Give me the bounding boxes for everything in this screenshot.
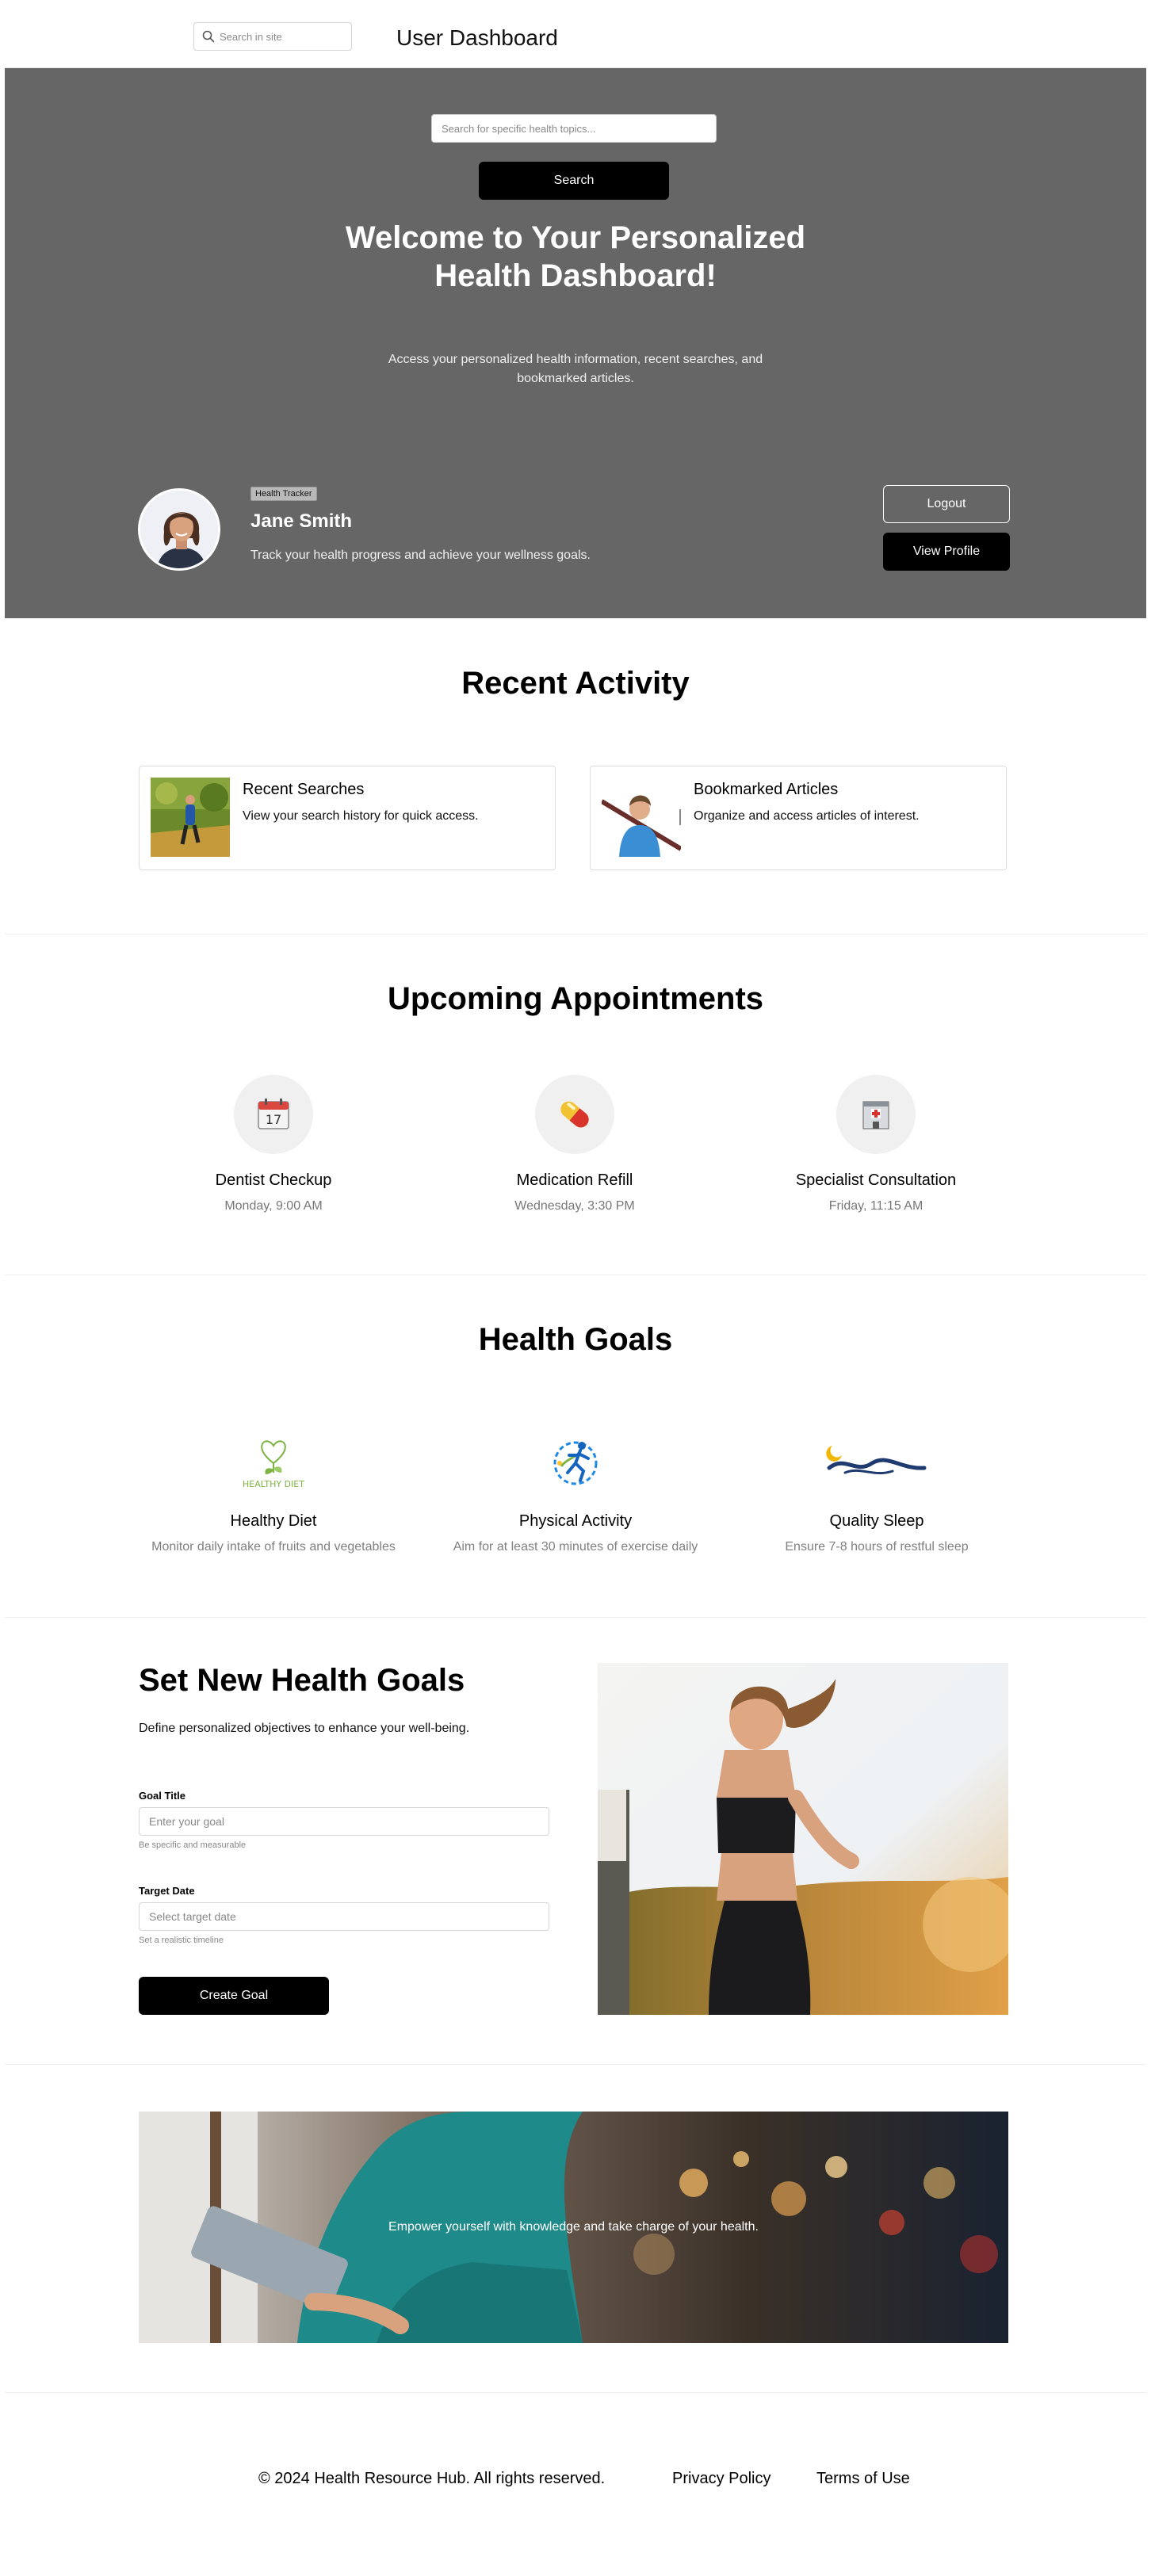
- appointment-medication[interactable]: Medication Refill Wednesday, 3:30 PM: [456, 1075, 694, 1213]
- top-header: User Dashboard: [5, 5, 1146, 68]
- view-profile-button[interactable]: View Profile: [883, 533, 1010, 571]
- bookmarked-articles-title: Bookmarked Articles: [694, 781, 839, 798]
- appointment-title: Specialist Consultation: [795, 1171, 957, 1189]
- profile-name: Jane Smith: [250, 510, 353, 532]
- logout-button[interactable]: Logout: [883, 485, 1010, 523]
- appointment-time: Monday, 9:00 AM: [224, 1199, 323, 1213]
- bookmarked-articles-card[interactable]: Bookmarked Articles Organize and access …: [590, 766, 1007, 870]
- bookmarked-articles-image: [602, 778, 681, 857]
- pill-icon: [535, 1075, 614, 1154]
- site-search-box[interactable]: [193, 22, 352, 51]
- healthy-diet-logo-icon: HEALTHY DIET: [210, 1424, 337, 1503]
- goal-quality-sleep[interactable]: Quality Sleep Ensure 7-8 hours of restfu…: [742, 1424, 1011, 1554]
- search-button[interactable]: Search: [479, 162, 669, 200]
- runner-photo: [598, 1663, 1008, 2015]
- sleep-wave-logo-icon: [813, 1424, 940, 1503]
- recent-searches-description: View your search history for quick acces…: [243, 809, 479, 823]
- health-goals-title: Health Goals: [478, 1322, 673, 1357]
- recent-activity-title: Recent Activity: [461, 666, 690, 701]
- goal-description: Monitor daily intake of fruits and veget…: [151, 1540, 396, 1554]
- recent-searches-card[interactable]: Recent Searches View your search history…: [139, 766, 556, 870]
- target-date-input[interactable]: [139, 1902, 549, 1931]
- profile-badge: Health Tracker: [250, 487, 317, 501]
- promo-banner: Empower yourself with knowledge and take…: [139, 2112, 1008, 2343]
- banner-text: Empower yourself with knowledge and take…: [388, 2220, 759, 2234]
- create-goal-button[interactable]: Create Goal: [139, 1977, 329, 2015]
- runner-logo-icon: [512, 1424, 639, 1503]
- goal-title-label: Goal Title: [139, 1790, 185, 1802]
- footer-copyright: © 2024 Health Resource Hub. All rights r…: [258, 2470, 606, 2487]
- goal-description: Ensure 7-8 hours of restful sleep: [785, 1540, 969, 1554]
- search-icon: [202, 30, 215, 43]
- appointment-title: Dentist Checkup: [215, 1171, 332, 1189]
- goal-title: Healthy Diet: [230, 1512, 317, 1530]
- goal-title: Physical Activity: [518, 1512, 633, 1530]
- hero-subtitle: Access your personalized health informat…: [388, 353, 763, 385]
- svg-text:17: 17: [266, 1112, 281, 1127]
- dashboard-page: User Dashboard Search Welcome to Your Pe…: [0, 0, 1151, 2576]
- calendar-icon: 17: [234, 1075, 313, 1154]
- goal-physical-activity[interactable]: Physical Activity Aim for at least 30 mi…: [441, 1424, 710, 1554]
- hero-title: Welcome to Your Personalized Health Dash…: [345, 220, 806, 293]
- section-divider: [5, 1617, 1146, 1618]
- svg-text:HEALTHY DIET: HEALTHY DIET: [243, 1479, 304, 1489]
- goal-title: Quality Sleep: [829, 1512, 924, 1530]
- recent-searches-image: [151, 778, 230, 857]
- profile-description: Track your health progress and achieve y…: [250, 548, 591, 562]
- privacy-policy-link[interactable]: Privacy Policy: [672, 2470, 771, 2488]
- appointment-dentist[interactable]: 17 Dentist Checkup Monday, 9:00 AM: [155, 1075, 392, 1213]
- page-title: User Dashboard: [396, 25, 558, 50]
- terms-of-use-link[interactable]: Terms of Use: [816, 2470, 910, 2488]
- target-date-hint: Set a realistic timeline: [139, 1936, 224, 1945]
- goal-healthy-diet[interactable]: HEALTHY DIET Healthy Diet Monitor daily …: [139, 1424, 408, 1554]
- section-divider: [5, 2064, 1146, 2065]
- recent-searches-title: Recent Searches: [243, 781, 365, 798]
- section-divider: [5, 2392, 1146, 2393]
- upcoming-appointments-title: Upcoming Appointments: [387, 981, 764, 1016]
- appointment-time: Friday, 11:15 AM: [828, 1199, 923, 1213]
- appointment-specialist[interactable]: Specialist Consultation Friday, 11:15 AM: [757, 1075, 995, 1213]
- site-search-input[interactable]: [220, 30, 346, 43]
- target-date-label: Target Date: [139, 1885, 195, 1897]
- set-goals-title: Set New Health Goals: [139, 1663, 465, 1698]
- health-topic-search-input[interactable]: [431, 114, 717, 143]
- appointment-title: Medication Refill: [516, 1171, 633, 1189]
- bookmarked-articles-description: Organize and access articles of interest…: [694, 809, 920, 823]
- goal-description: Aim for at least 30 minutes of exercise …: [453, 1540, 698, 1554]
- avatar: [138, 488, 220, 571]
- goal-title-hint: Be specific and measurable: [139, 1840, 247, 1850]
- hospital-icon: [836, 1075, 916, 1154]
- goal-title-input[interactable]: [139, 1807, 549, 1836]
- hero-section: Search Welcome to Your Personalized Heal…: [5, 68, 1146, 618]
- appointment-time: Wednesday, 3:30 PM: [514, 1199, 635, 1213]
- set-goals-subtitle: Define personalized objectives to enhanc…: [139, 1722, 470, 1735]
